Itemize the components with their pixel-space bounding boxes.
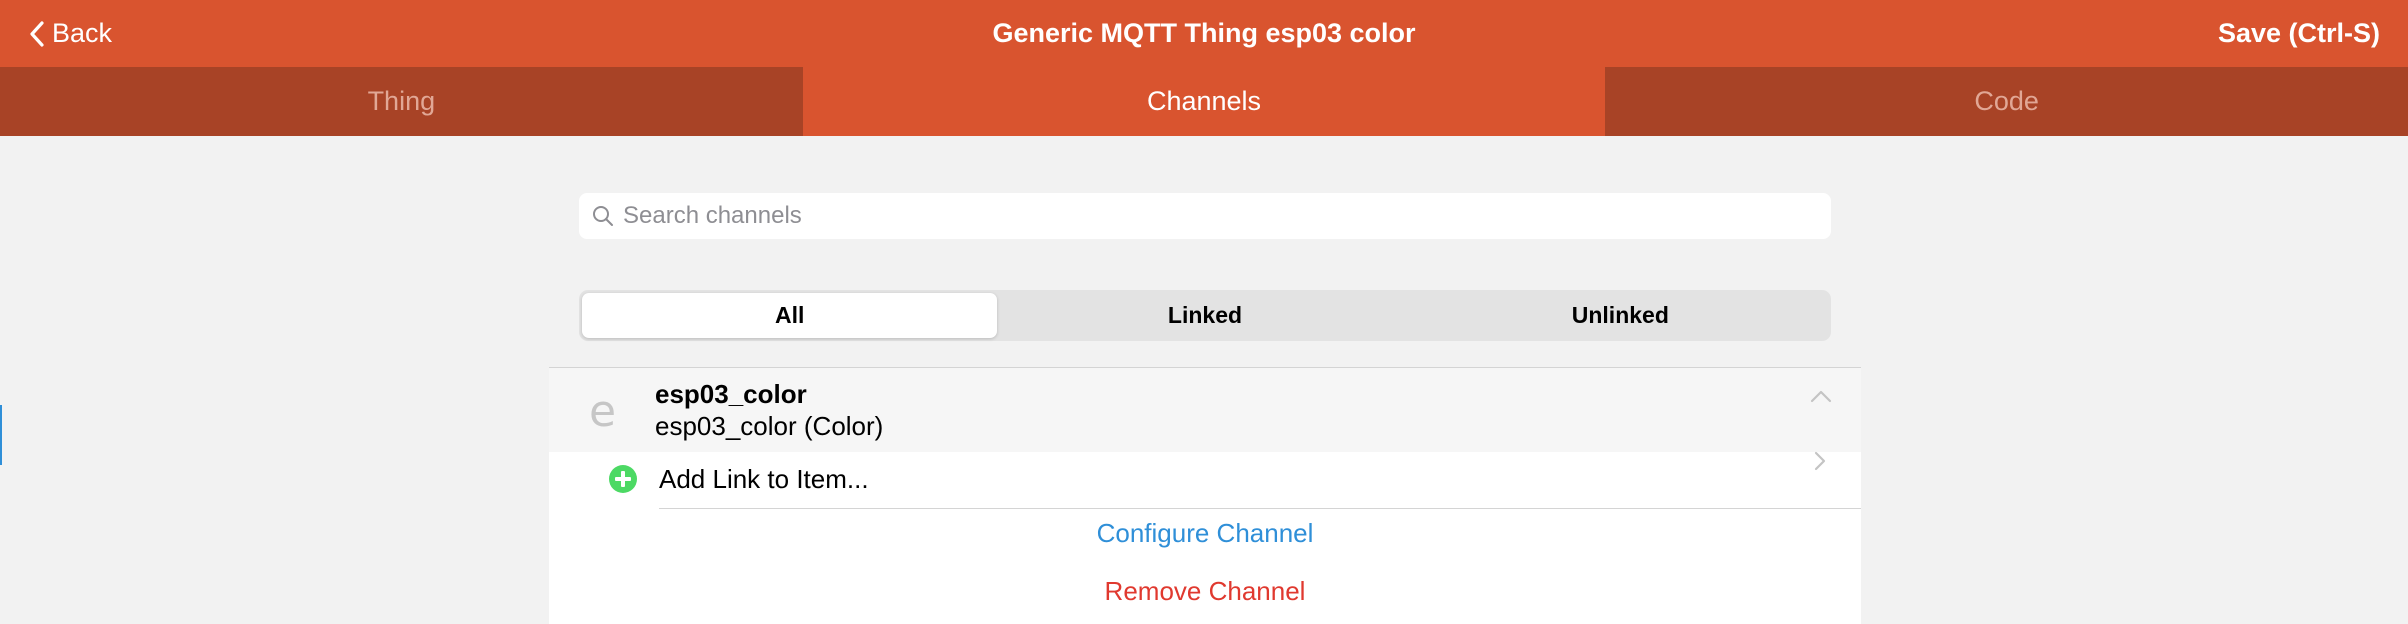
chevron-up-icon[interactable] — [1809, 388, 1833, 404]
save-button[interactable]: Save (Ctrl-S) — [2218, 0, 2380, 67]
search-icon — [593, 206, 613, 226]
chevron-left-icon — [30, 20, 44, 47]
back-button[interactable]: Back — [28, 0, 112, 67]
configure-channel-button[interactable]: Configure Channel — [549, 518, 1861, 549]
search-bar — [579, 193, 1831, 239]
tab-bar: Thing Channels Code — [0, 67, 2408, 136]
back-label: Back — [52, 18, 113, 48]
tab-thing[interactable]: Thing — [0, 67, 803, 136]
chevron-right-icon — [1814, 451, 1826, 471]
channel-header[interactable]: e esp03_color esp03_color (Color) — [549, 368, 1861, 452]
channel-name: esp03_color — [655, 379, 807, 409]
filter-segmented-control: All Linked Unlinked — [579, 290, 1831, 341]
tab-channels[interactable]: Channels — [802, 67, 1606, 136]
channel-subtitle: esp03_color (Color) — [655, 411, 884, 441]
filter-linked[interactable]: Linked — [997, 293, 1412, 338]
add-link-row[interactable]: Add Link to Item... — [549, 451, 1861, 508]
search-input[interactable] — [623, 202, 1803, 230]
channel-type-icon: e — [589, 386, 617, 437]
channel-card: e esp03_color esp03_color (Color) Add Li… — [549, 367, 1861, 624]
filter-all[interactable]: All — [582, 293, 998, 338]
filter-unlinked[interactable]: Unlinked — [1413, 293, 1828, 338]
tab-code[interactable]: Code — [1605, 67, 2408, 136]
page-title: Generic MQTT Thing esp03 color — [992, 18, 1416, 48]
add-link-label: Add Link to Item... — [659, 464, 869, 494]
remove-channel-button[interactable]: Remove Channel — [549, 576, 1861, 607]
divider — [659, 508, 1861, 509]
navbar: Back Generic MQTT Thing esp03 color Save… — [0, 0, 2408, 67]
plus-circle-icon — [609, 465, 637, 493]
scroll-indicator — [0, 405, 2, 465]
